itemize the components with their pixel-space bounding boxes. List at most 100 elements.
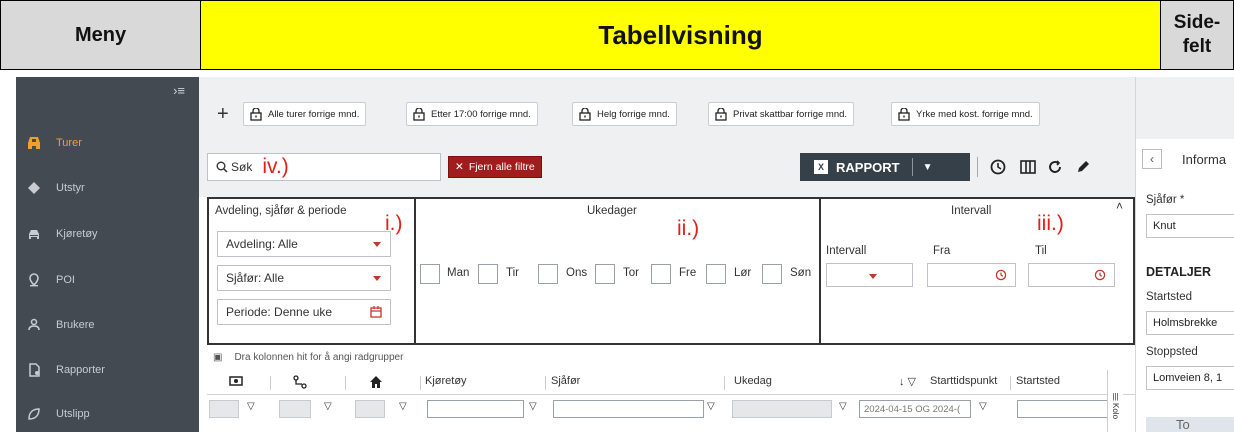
period-picker[interactable]: Periode: Denne uke <box>217 299 391 325</box>
column-header-start-place[interactable]: Startsted <box>1016 375 1060 387</box>
header-menu-label: Meny <box>1 1 201 69</box>
checkbox-tor[interactable] <box>595 264 615 284</box>
sidebar-item-utstyr[interactable]: Utstyr <box>16 177 199 199</box>
chevron-left-icon[interactable]: ‹ <box>1142 149 1162 169</box>
checkbox-tir[interactable] <box>478 264 498 284</box>
from-time-input[interactable] <box>927 263 1016 287</box>
column-chooser-tab[interactable]: ||| Kolo <box>1107 370 1123 432</box>
refresh-icon[interactable] <box>1045 157 1065 177</box>
route-icon[interactable] <box>293 375 307 392</box>
clear-filters-button[interactable]: ✕ Fjern alle filtre <box>448 156 542 178</box>
start-place-value: Holmsbrekke <box>1153 317 1218 329</box>
saved-filter-button[interactable]: Privat skattbar forrige mnd. <box>708 102 855 126</box>
sidebar: ›≡ Turer Utstyr Kjøretøy POI Brukere Rap <box>16 77 199 432</box>
details-heading: DETALJER <box>1146 265 1212 279</box>
camera-icon[interactable] <box>229 375 243 389</box>
saved-filter-button[interactable]: Helg forrige mnd. <box>572 102 677 126</box>
filter-icon[interactable]: ▽ <box>707 401 715 412</box>
annotation-iii: iii.) <box>1037 212 1064 235</box>
day-label: Man <box>447 267 470 279</box>
saved-filter-button[interactable]: Etter 17:00 forrige mnd. <box>406 102 538 126</box>
filter-icon[interactable]: ▽ <box>399 401 407 412</box>
filter-icon[interactable]: ▽ <box>247 401 255 412</box>
leaf-icon <box>26 406 42 422</box>
checkbox-lor[interactable] <box>706 264 726 284</box>
day-label: Fre <box>679 267 697 279</box>
filter-cell[interactable] <box>355 400 385 418</box>
filter-icon[interactable]: ▽ <box>839 401 847 412</box>
header-side-text: Side- felt <box>1173 12 1221 57</box>
sidebar-item-turer[interactable]: Turer <box>16 132 199 154</box>
column-header-vehicle[interactable]: Kjøretøy <box>425 375 467 387</box>
stop-place-field[interactable]: Lomveien 8, 1 <box>1146 366 1234 390</box>
sidebar-item-utslipp[interactable]: Utslipp <box>16 403 199 425</box>
checkbox-ons[interactable] <box>538 264 558 284</box>
driver-dropdown[interactable]: Sjåfør: Alle <box>217 265 391 291</box>
calendar-icon <box>370 306 382 318</box>
start-place-field[interactable]: Holmsbrekke <box>1146 311 1234 335</box>
history-icon[interactable] <box>988 157 1008 177</box>
filter-icon[interactable]: ▽ <box>979 401 987 412</box>
report-file-icon <box>26 362 42 378</box>
map-preview[interactable]: To <box>1146 417 1234 432</box>
driver-filter-input[interactable] <box>553 400 704 418</box>
sort-desc-filter-icon[interactable]: ↓ ▽ <box>899 375 916 388</box>
from-label: Fra <box>933 245 951 257</box>
to-time-input[interactable] <box>1028 263 1115 287</box>
saved-filter-label: Yrke med kost. forrige mnd. <box>916 108 1033 120</box>
start-time-filter-input[interactable]: 2024-04-15 OG 2024-( <box>859 400 971 418</box>
home-icon[interactable] <box>369 375 383 391</box>
filter-cell[interactable] <box>209 400 239 418</box>
column-header-driver[interactable]: Sjåfør <box>551 375 580 387</box>
main-content: + Alle turer forrige mnd. Etter 17:00 fo… <box>199 77 1135 432</box>
group-drop-zone[interactable]: ▣ Dra kolonnen hit for å angi radgrupper <box>207 347 1135 367</box>
saved-filters-bar: + Alle turer forrige mnd. Etter 17:00 fo… <box>199 77 1135 141</box>
weekday-filter-input[interactable] <box>732 400 832 418</box>
search-input[interactable]: Søk iv.) <box>207 153 441 181</box>
driver-field[interactable]: Knut <box>1146 214 1234 238</box>
to-label: Til <box>1035 245 1047 257</box>
period-value: Periode: Denne uke <box>226 305 333 319</box>
day-label: Tor <box>623 267 639 279</box>
sidebar-item-label: Turer <box>56 137 82 149</box>
start-place-label: Startsted <box>1146 291 1193 303</box>
checkbox-fre[interactable] <box>651 264 671 284</box>
close-icon: ✕ <box>455 161 464 173</box>
columns-icon[interactable] <box>1018 157 1038 177</box>
checkbox-man[interactable] <box>420 264 440 284</box>
sidebar-item-rapporter[interactable]: Rapporter <box>16 359 199 381</box>
location-pin-icon <box>26 272 42 288</box>
header-side-panel-label: Side- felt <box>1161 1 1233 69</box>
sidebar-item-kjoretoy[interactable]: Kjøretøy <box>16 223 199 245</box>
section-title-interval: Intervall <box>951 205 992 217</box>
interval-dropdown[interactable] <box>826 263 913 287</box>
filter-icon[interactable]: ▽ <box>324 401 332 412</box>
department-dropdown[interactable]: Avdeling: Alle <box>217 231 391 257</box>
add-filter-button[interactable]: + <box>217 103 229 126</box>
sidebar-item-label: Utslipp <box>56 408 90 420</box>
filter-cell[interactable] <box>279 400 311 418</box>
column-header-weekday[interactable]: Ukedag <box>734 375 772 387</box>
edit-pencil-icon[interactable] <box>1073 157 1093 177</box>
day-label: Lør <box>734 267 752 279</box>
sidebar-item-poi[interactable]: POI <box>16 269 199 291</box>
vehicle-filter-input[interactable] <box>427 400 524 418</box>
excel-icon: X <box>814 160 828 174</box>
user-icon <box>26 317 42 333</box>
filter-icon[interactable]: ▽ <box>529 401 537 412</box>
collapse-menu-icon[interactable]: ›≡ <box>173 83 185 98</box>
chevron-down-icon[interactable]: ▼ <box>923 162 933 173</box>
saved-filter-button[interactable]: Yrke med kost. forrige mnd. <box>891 102 1040 126</box>
saved-filter-button[interactable]: Alle turer forrige mnd. <box>243 102 367 126</box>
stop-place-label: Stoppsted <box>1146 346 1198 358</box>
start-place-filter-input[interactable] <box>1017 400 1112 418</box>
lock-icon <box>579 107 591 121</box>
column-header-start-time[interactable]: Starttidspunkt <box>930 375 997 387</box>
sidebar-item-label: Rapporter <box>56 364 105 376</box>
report-button[interactable]: X RAPPORT ▼ <box>800 153 970 181</box>
checkbox-son[interactable] <box>762 264 782 284</box>
collapse-panel-icon[interactable]: ˄ <box>1116 199 1123 213</box>
stop-place-value: Lomveien 8, 1 <box>1153 372 1223 384</box>
sidebar-item-brukere[interactable]: Brukere <box>16 314 199 336</box>
saved-filter-label: Alle turer forrige mnd. <box>268 108 360 120</box>
